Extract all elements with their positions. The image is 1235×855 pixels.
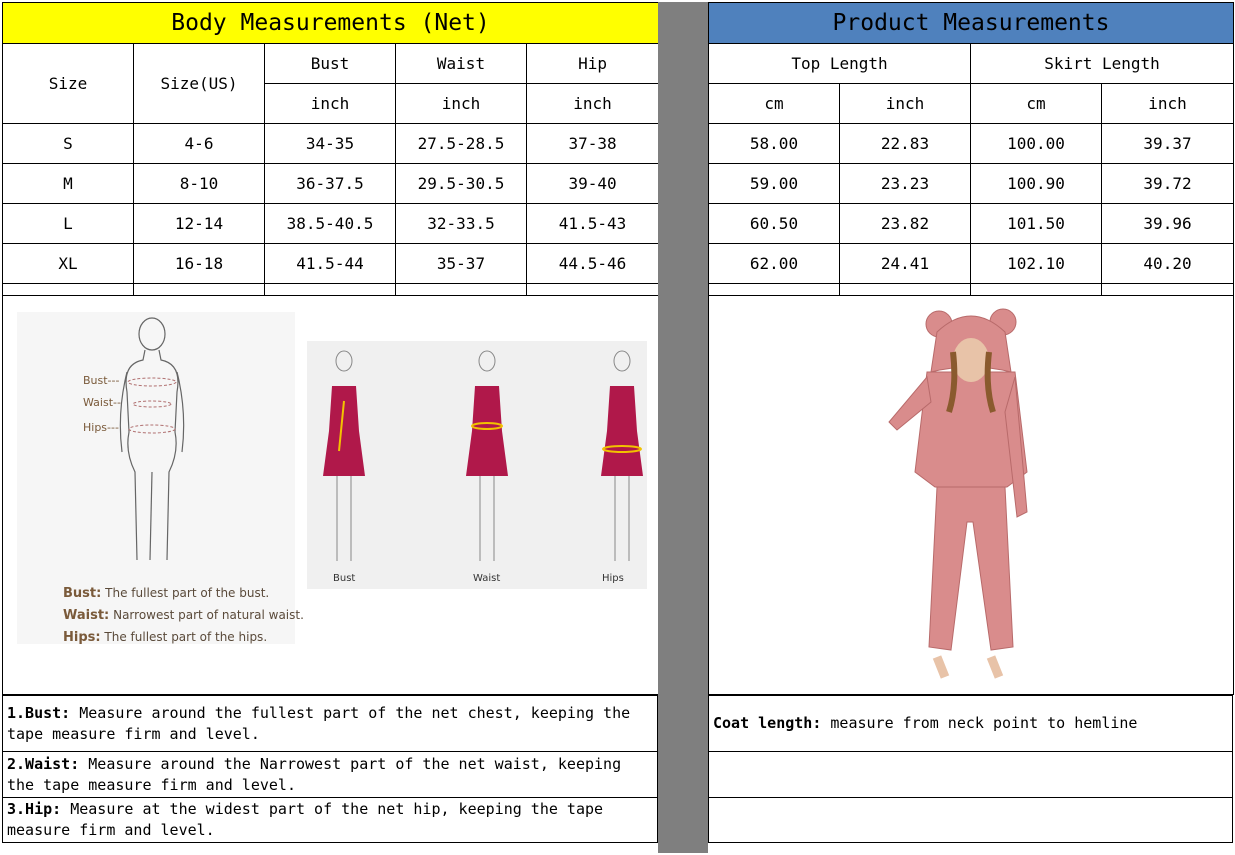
cell-bust: 36-37.5 <box>264 163 396 204</box>
cell-skirt-inch: 39.72 <box>1100 163 1235 204</box>
unit-bust: inch <box>264 83 396 124</box>
table-row: 60.50 23.82 101.50 39.96 <box>708 203 1235 244</box>
unit-skirt-cm: cm <box>970 83 1102 124</box>
table-row: 59.00 23.23 100.90 39.72 <box>708 163 1235 204</box>
cell-size-us: 12-14 <box>133 203 265 244</box>
table-row: 62.00 24.41 102.10 40.20 <box>708 243 1235 284</box>
cell-waist: 35-37 <box>395 243 527 284</box>
dress-figures-icon <box>323 350 643 561</box>
cell-top-cm: 60.50 <box>708 203 840 244</box>
cell-top-inch: 22.83 <box>839 123 971 164</box>
header-hip: Hip <box>525 43 660 84</box>
caption-waist: Waist <box>473 573 501 584</box>
note-empty-1 <box>708 751 1233 798</box>
cell-top-cm: 62.00 <box>708 243 840 284</box>
cell-top-cm: 58.00 <box>708 123 840 164</box>
diagram-waist-label: Waist-- <box>83 396 121 409</box>
cell-bust: 41.5-44 <box>264 243 396 284</box>
cell-hip: 41.5-43 <box>525 203 660 244</box>
cell-size: XL <box>2 243 134 284</box>
note-coat-length: Coat length: measure from neck point to … <box>708 695 1233 752</box>
product-measurements-panel: Product Measurements Top Length Skirt Le… <box>707 2 1235 853</box>
unit-top-cm: cm <box>708 83 840 124</box>
separator-column <box>658 2 708 853</box>
body-outline-diagram: Bust--- Waist-- Hips--- Bust: The fulles… <box>17 312 304 645</box>
header-top-length: Top Length <box>708 43 971 84</box>
cell-waist: 29.5-30.5 <box>395 163 527 204</box>
cell-skirt-inch: 40.20 <box>1100 243 1235 284</box>
product-table-title: Product Measurements <box>707 2 1235 44</box>
body-notes-table: 1.Bust: Measure around the fullest part … <box>2 695 658 843</box>
diagram-hips-label: Hips--- <box>83 421 119 434</box>
product-photo <box>707 295 1235 695</box>
measuring-guide-image: Bust--- Waist-- Hips--- Bust: The fulles… <box>1 295 660 695</box>
cell-hip: 37-38 <box>525 123 660 164</box>
cell-hip: 44.5-46 <box>525 243 660 284</box>
cell-hip: 39-40 <box>525 163 660 204</box>
product-notes-table: Coat length: measure from neck point to … <box>708 695 1233 843</box>
body-measurements-panel: Body Measurements (Net) Size Size(US) Bu… <box>1 2 660 853</box>
table-row: S 4-6 34-35 27.5-28.5 37-38 <box>2 123 660 164</box>
cell-bust: 34-35 <box>264 123 396 164</box>
cell-skirt-cm: 100.90 <box>970 163 1102 204</box>
cell-skirt-inch: 39.96 <box>1100 203 1235 244</box>
note-hip: 3.Hip: Measure at the widest part of the… <box>2 797 658 843</box>
legend-bust: Bust: The fullest part of the bust. <box>63 586 270 601</box>
table-row: 58.00 22.83 100.00 39.37 <box>708 123 1235 164</box>
cell-waist: 27.5-28.5 <box>395 123 527 164</box>
note-bust: 1.Bust: Measure around the fullest part … <box>2 695 658 752</box>
unit-hip: inch <box>525 83 660 124</box>
cell-skirt-cm: 102.10 <box>970 243 1102 284</box>
cell-size-us: 8-10 <box>133 163 265 204</box>
caption-bust: Bust <box>333 573 356 584</box>
cell-size: L <box>2 203 134 244</box>
product-measurements-table: Product Measurements Top Length Skirt Le… <box>707 2 1235 695</box>
table-row: L 12-14 38.5-40.5 32-33.5 41.5-43 <box>2 203 660 244</box>
cell-size-us: 4-6 <box>133 123 265 164</box>
header-bust: Bust <box>264 43 396 84</box>
diagram-bust-label: Bust--- <box>83 374 120 387</box>
caption-hips: Hips <box>602 573 624 584</box>
body-outline-icon <box>119 317 185 561</box>
header-size-us: Size(US) <box>133 43 265 124</box>
legend-hips: Hips: The fullest part of the hips. <box>63 630 268 645</box>
cell-skirt-inch: 39.37 <box>1100 123 1235 164</box>
body-measurements-table: Body Measurements (Net) Size Size(US) Bu… <box>1 2 660 695</box>
body-table-title: Body Measurements (Net) <box>1 2 660 44</box>
unit-skirt-inch: inch <box>1100 83 1235 124</box>
table-row: XL 16-18 41.5-44 35-37 44.5-46 <box>2 243 660 284</box>
unit-waist: inch <box>395 83 527 124</box>
cell-skirt-cm: 101.50 <box>970 203 1102 244</box>
note-empty-2 <box>708 797 1233 843</box>
note-waist: 2.Waist: Measure around the Narrowest pa… <box>2 751 658 798</box>
unit-top-inch: inch <box>839 83 971 124</box>
cell-top-cm: 59.00 <box>708 163 840 204</box>
header-skirt-length: Skirt Length <box>969 43 1235 84</box>
cell-size-us: 16-18 <box>133 243 265 284</box>
cell-size: S <box>2 123 134 164</box>
cell-size: M <box>2 163 134 204</box>
pajama-set-icon <box>888 308 1028 679</box>
cell-top-inch: 23.82 <box>839 203 971 244</box>
cell-top-inch: 24.41 <box>839 243 971 284</box>
header-waist: Waist <box>395 43 527 84</box>
legend-waist: Waist: Narrowest part of natural waist. <box>63 608 304 623</box>
cell-top-inch: 23.23 <box>839 163 971 204</box>
table-row: M 8-10 36-37.5 29.5-30.5 39-40 <box>2 163 660 204</box>
cell-skirt-cm: 100.00 <box>970 123 1102 164</box>
cell-waist: 32-33.5 <box>395 203 527 244</box>
dress-measuring-diagram: Bust Waist Hips <box>307 341 647 589</box>
cell-bust: 38.5-40.5 <box>264 203 396 244</box>
header-size: Size <box>2 43 134 124</box>
